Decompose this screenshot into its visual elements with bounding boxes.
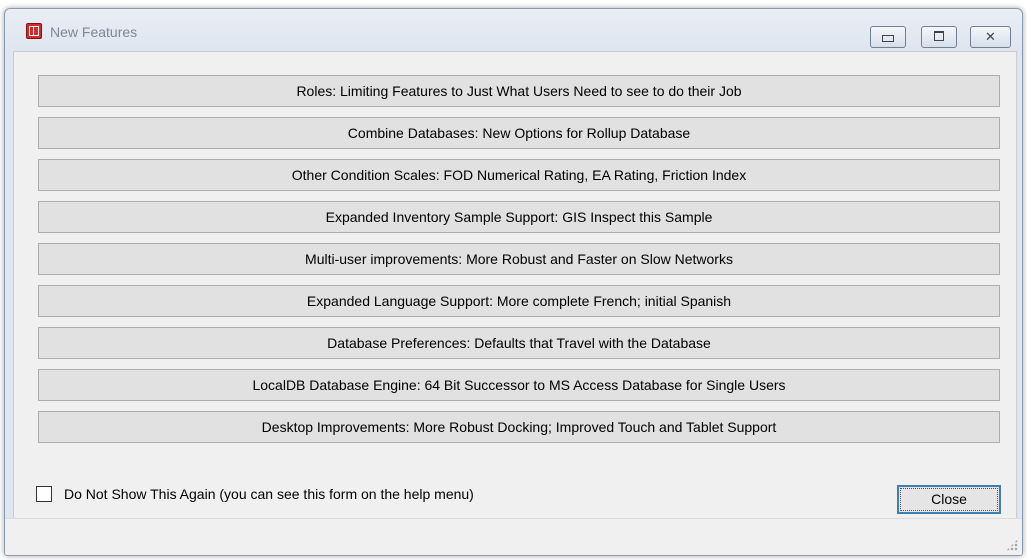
feature-button-desktop-improvements[interactable]: Desktop Improvements: More Robust Dockin… (38, 411, 1000, 443)
minimize-icon (882, 35, 894, 42)
dialog-content: Roles: Limiting Features to Just What Us… (13, 51, 1017, 531)
close-x-icon: ✕ (985, 29, 996, 44)
feature-button-inventory-sample[interactable]: Expanded Inventory Sample Support: GIS I… (38, 201, 1000, 233)
minimize-button[interactable] (870, 26, 906, 48)
maximize-button[interactable] (921, 26, 957, 48)
resize-grip-icon[interactable] (1006, 539, 1018, 551)
maximize-icon (934, 31, 944, 41)
do-not-show-label[interactable]: Do Not Show This Again (you can see this… (64, 485, 474, 503)
app-icon (26, 23, 42, 39)
status-bar (5, 518, 1022, 555)
new-features-window: New Features ✕ Roles: Limiting Features … (4, 8, 1023, 556)
feature-button-roles[interactable]: Roles: Limiting Features to Just What Us… (38, 75, 1000, 107)
feature-button-combine-databases[interactable]: Combine Databases: New Options for Rollu… (38, 117, 1000, 149)
feature-button-multi-user[interactable]: Multi-user improvements: More Robust and… (38, 243, 1000, 275)
window-title: New Features (50, 24, 138, 40)
feature-button-database-preferences[interactable]: Database Preferences: Defaults that Trav… (38, 327, 1000, 359)
feature-button-language-support[interactable]: Expanded Language Support: More complete… (38, 285, 1000, 317)
feature-button-condition-scales[interactable]: Other Condition Scales: FOD Numerical Ra… (38, 159, 1000, 191)
feature-button-localdb[interactable]: LocalDB Database Engine: 64 Bit Successo… (38, 369, 1000, 401)
window-close-button[interactable]: ✕ (970, 26, 1011, 48)
do-not-show-checkbox[interactable] (36, 486, 52, 502)
title-bar[interactable]: New Features ✕ (5, 9, 1022, 48)
focus-rectangle (900, 488, 998, 511)
close-button[interactable]: Close (897, 485, 1001, 514)
